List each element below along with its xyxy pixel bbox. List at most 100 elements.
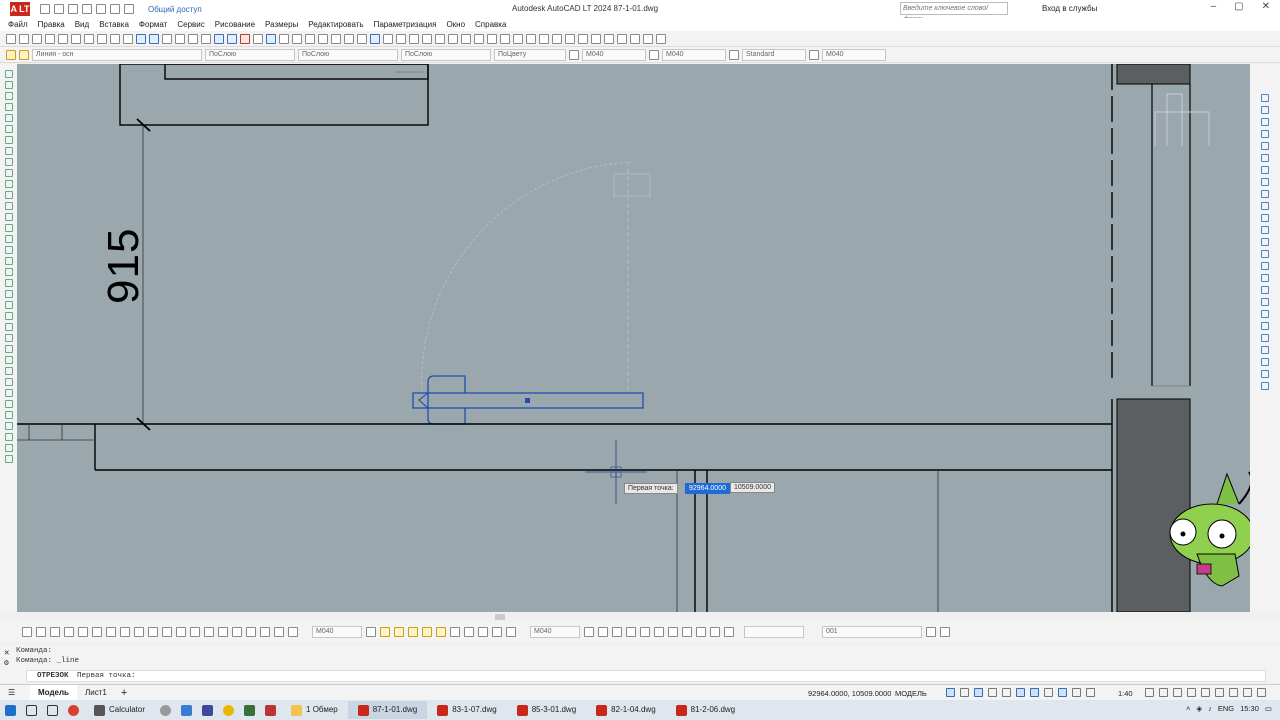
task-dwg-3[interactable]: 85-3-01.dwg <box>507 701 586 719</box>
layer-dropdown[interactable]: Линия - осн <box>32 48 202 61</box>
pan-icon[interactable] <box>162 33 172 44</box>
share-button[interactable]: Общий доступ <box>148 5 202 14</box>
autocad-logo-icon[interactable]: A LT <box>10 2 30 16</box>
refedit-icon[interactable] <box>478 627 488 637</box>
table-insert-icon[interactable] <box>696 627 706 637</box>
workspace-icon[interactable] <box>1145 688 1154 697</box>
annotation-monitor-icon[interactable] <box>1159 688 1168 697</box>
close-icon[interactable]: ✕ <box>1262 1 1270 12</box>
customize-command-icon[interactable]: ⚙ <box>4 658 9 668</box>
dim-ordinate-icon[interactable] <box>64 627 74 637</box>
layer-freeze-icon[interactable] <box>19 49 29 60</box>
polyline-tool-icon[interactable] <box>4 92 13 100</box>
undo-icon[interactable] <box>110 4 120 14</box>
dimension-diameter-icon[interactable] <box>1261 226 1269 234</box>
menu-format[interactable]: Формат <box>139 20 167 29</box>
mleader-collect-icon[interactable] <box>436 627 446 637</box>
dim-style-icon[interactable] <box>649 49 659 60</box>
xref-icon[interactable] <box>492 627 502 637</box>
tray-app-icon-4[interactable] <box>223 704 235 716</box>
hatch-icon[interactable] <box>461 33 471 44</box>
command-input[interactable]: ОТРЕЗОК Первая точка: <box>26 670 1266 682</box>
dimension-arc-icon[interactable] <box>1261 202 1269 210</box>
pan-nav-icon[interactable] <box>1261 94 1269 102</box>
region-icon[interactable] <box>331 33 341 44</box>
dimension-radius-icon[interactable] <box>1261 214 1269 222</box>
textstyle-dropdown[interactable]: М040 <box>582 48 646 61</box>
mleader-add-icon[interactable] <box>394 627 404 637</box>
selection-cycling-icon[interactable] <box>1072 688 1081 697</box>
mleader-dropdown[interactable]: М040 <box>822 48 886 61</box>
dim-quick-icon[interactable] <box>134 627 144 637</box>
lineweight-dropdown[interactable]: ПоСлою <box>401 48 491 61</box>
locate-icon[interactable] <box>357 33 367 44</box>
tab-layout1[interactable]: Лист1 <box>77 685 115 700</box>
cut-icon[interactable] <box>84 33 94 44</box>
polygon-tool-icon[interactable] <box>4 103 13 111</box>
task-dwg-2[interactable]: 83-1-07.dwg <box>427 701 506 719</box>
region-tool-icon[interactable] <box>4 246 13 254</box>
help-icon[interactable] <box>292 33 302 44</box>
ellipse-arc-tool-icon[interactable] <box>4 180 13 188</box>
zoom-previous-nav-icon[interactable] <box>1261 154 1269 162</box>
dimension-aligned-icon[interactable] <box>1261 190 1269 198</box>
model-space-toggle[interactable]: МОДЕЛЬ <box>895 689 927 698</box>
menu-file[interactable]: Файл <box>8 20 28 29</box>
fillet-icon[interactable] <box>643 33 653 44</box>
menu-edit[interactable]: Правка <box>38 20 65 29</box>
polyline-icon[interactable] <box>409 33 419 44</box>
plot-icon[interactable] <box>96 4 106 14</box>
scale-icon[interactable] <box>604 33 614 44</box>
menu-dimension[interactable]: Размеры <box>265 20 298 29</box>
dimension-style-icon[interactable] <box>1261 334 1269 342</box>
match-prop-icon[interactable] <box>123 33 133 44</box>
offset-icon[interactable] <box>565 33 575 44</box>
ellipse-tool-icon[interactable] <box>4 169 13 177</box>
horizontal-scrollbar[interactable] <box>17 612 1250 622</box>
menu-view[interactable]: Вид <box>75 20 89 29</box>
mleader-style-icon[interactable] <box>809 49 819 60</box>
insert-icon[interactable] <box>500 33 510 44</box>
sheet-set-icon[interactable] <box>253 33 263 44</box>
dimension-update-icon[interactable] <box>1261 322 1269 330</box>
erase-tool-icon[interactable] <box>4 290 13 298</box>
trim-tool-icon[interactable] <box>4 389 13 397</box>
layer-isolate-icon[interactable] <box>1261 370 1269 378</box>
linetype-dropdown[interactable]: ПоСлою <box>298 48 398 61</box>
line-tool-icon[interactable] <box>4 70 13 78</box>
offset-tool-icon[interactable] <box>4 323 13 331</box>
grid-icon[interactable] <box>946 688 955 697</box>
menu-insert[interactable]: Вставка <box>99 20 129 29</box>
layer-props-icon[interactable] <box>1261 346 1269 354</box>
start-icon[interactable] <box>5 704 16 716</box>
break-tool-icon[interactable] <box>4 411 13 419</box>
dimstyle-bottom-dropdown[interactable]: М040 <box>312 626 362 638</box>
arc-tool-icon[interactable] <box>4 125 13 133</box>
spline-tool-icon[interactable] <box>4 158 13 166</box>
rectangle-icon[interactable] <box>448 33 458 44</box>
layer-walk-icon[interactable] <box>940 627 950 637</box>
snap-icon[interactable] <box>383 33 393 44</box>
rectangle-tool-icon[interactable] <box>4 114 13 122</box>
dimstyle-dropdown[interactable]: М040 <box>662 48 726 61</box>
copy-tool-icon[interactable] <box>4 301 13 309</box>
copy-obj-icon[interactable] <box>539 33 549 44</box>
annotation-visibility-icon[interactable] <box>1086 688 1095 697</box>
arc-icon[interactable] <box>435 33 445 44</box>
dim-linear-icon[interactable] <box>22 627 32 637</box>
text-multi-icon[interactable] <box>598 627 608 637</box>
layer-previous-icon[interactable] <box>1261 358 1269 366</box>
save-as-icon[interactable] <box>82 4 92 14</box>
rotate-icon[interactable] <box>591 33 601 44</box>
signin-button[interactable]: Вход в службы <box>1042 4 1097 13</box>
zoom-window-icon[interactable] <box>188 33 198 44</box>
block-icon[interactable] <box>487 33 497 44</box>
text-edit-icon[interactable] <box>612 627 622 637</box>
selection-grip[interactable] <box>525 398 530 403</box>
dim-space-icon[interactable] <box>176 627 186 637</box>
tray-app-icon-6[interactable] <box>265 704 277 716</box>
explode-tool-icon[interactable] <box>4 455 13 463</box>
tray-app-icon-5[interactable] <box>244 704 256 716</box>
trim-icon[interactable] <box>617 33 627 44</box>
text-icon[interactable] <box>474 33 484 44</box>
